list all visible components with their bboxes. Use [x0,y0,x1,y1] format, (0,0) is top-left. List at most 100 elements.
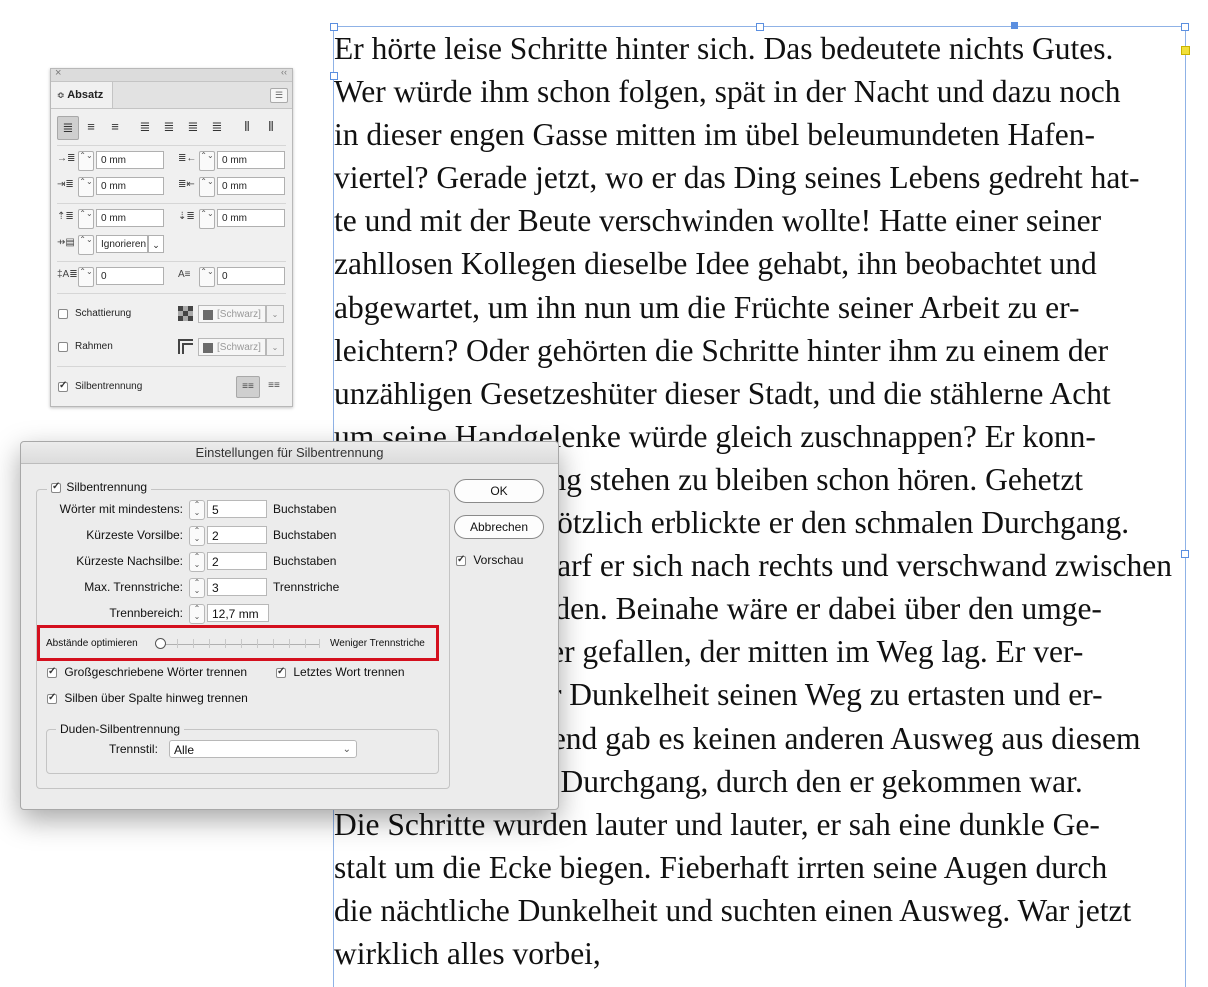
last-line-indent-stepper[interactable]: ⌃⌄ [199,177,215,197]
justify-all-button[interactable]: ≣ [207,116,227,138]
shading-checkbox-row[interactable]: Schattierung [58,308,131,320]
capitalized-words-row[interactable]: Großgeschriebene Wörter trennen [47,665,247,679]
border-label: Rahmen [75,341,113,352]
slider-knob[interactable] [155,638,166,649]
align-right-button[interactable]: ≡ [105,116,125,138]
tab-paragraph[interactable]: ≎ Absatz [51,82,113,108]
right-indent-stepper[interactable]: ⌃⌄ [199,151,215,171]
first-line-indent-input[interactable]: 0 mm [96,177,164,195]
border-checkbox-row[interactable]: Rahmen [58,341,113,353]
slider-tick [319,639,320,648]
collapse-icon[interactable]: ‹‹ [281,67,287,77]
drop-cap-lines-stepper[interactable]: ⌃⌄ [78,267,94,287]
ok-button[interactable]: OK [454,479,544,503]
hyphen-limit-unit: Trennstriche [273,580,340,594]
last-line-indent-input[interactable]: 0 mm [217,177,285,195]
slider-tick [305,639,306,648]
space-before-stepper[interactable]: ⌃⌄ [78,209,94,229]
left-indent-stepper[interactable]: ⌃⌄ [78,151,94,171]
shortest-before-input[interactable]: 2 [207,526,267,544]
space-after-icon: ⇣≣ [178,211,195,222]
panel-title-bar[interactable]: × ‹‹ [51,67,292,82]
paragraph-composer-button[interactable]: ≡≡ [263,376,285,396]
first-line-indent-icon: ⇥≣ [57,179,74,190]
panel-divider [57,261,286,262]
slider-tick [273,639,274,648]
justify-right-button[interactable]: ≣ [183,116,203,138]
right-indent-input[interactable]: 0 mm [217,151,285,169]
across-column-row[interactable]: Silben über Spalte hinweg trennen [47,691,248,705]
last-word-row[interactable]: Letztes Wort trennen [276,665,405,679]
chevron-down-icon: ⌄ [342,744,351,755]
panel-menu-icon[interactable]: ☰ [270,88,288,103]
shortest-before-stepper[interactable]: ⌃ ⌄ [189,526,205,546]
capitalized-words-label: Großgeschriebene Wörter trennen [64,665,248,679]
align-towards-spine-button[interactable]: ⫴ [237,116,257,138]
border-color-swatch[interactable]: [Schwarz] [198,338,266,356]
border-checkbox[interactable] [58,342,68,353]
hyphen-limit-input[interactable]: 3 [207,578,267,596]
hyphenation-style-label: Trennstil: [109,742,158,756]
first-line-indent-stepper[interactable]: ⌃⌄ [78,177,94,197]
drop-cap-chars-input[interactable]: 0 [217,267,285,285]
chevron-down-icon[interactable]: ⌄ [266,338,284,356]
drop-cap-lines-icon: ‡A≣ [57,269,78,280]
slider-tick [241,639,242,648]
slider-track[interactable] [161,644,319,645]
left-indent-input[interactable]: 0 mm [96,151,164,169]
last-word-checkbox[interactable] [276,666,286,678]
border-swatch-group: [Schwarz] ⌄ [178,338,286,358]
swatch-chip [203,310,213,320]
shortest-after-stepper[interactable]: ⌃ ⌄ [189,552,205,572]
justify-center-button[interactable]: ≣ [159,116,179,138]
capitalized-words-checkbox[interactable] [47,666,57,678]
words-min-input[interactable]: 5 [207,500,267,518]
cancel-button[interactable]: Abbrechen [454,515,544,539]
hyphenate-checkbox-row[interactable]: Silbentrennung [47,480,152,494]
panel-divider [57,203,286,204]
shading-swatch-name: [Schwarz] [217,309,261,320]
shading-checkbox[interactable] [58,309,68,320]
shortest-after-input[interactable]: 2 [207,552,267,570]
story-line: Er hörte leise Schritte hinter sich. Das… [334,31,1114,66]
drop-cap-lines-input[interactable]: 0 [96,267,164,285]
across-column-checkbox[interactable] [47,692,57,704]
align-to-grid-select[interactable]: Ignorieren [96,235,148,253]
hyphenation-zone-label: Trennbereich: [109,606,183,620]
slider-tick [289,639,290,648]
hyphenation-checkbox[interactable] [58,380,68,393]
slider-tick [225,639,226,648]
shading-color-swatch[interactable]: [Schwarz] [198,305,266,323]
hyphenation-zone-stepper[interactable]: ⌃ ⌄ [189,604,205,624]
preview-checkbox[interactable] [456,554,466,566]
close-icon[interactable]: × [55,67,61,79]
single-line-composer-button[interactable]: ≡≡ [236,376,260,398]
space-before-input[interactable]: 0 mm [96,209,164,227]
last-line-indent-icon: ≣⇤ [178,179,195,190]
hyphenation-checkbox-row[interactable]: Silbentrennung [58,380,142,393]
dialog-title[interactable]: Einstellungen für Silbentrennung [21,442,558,464]
shading-icon [178,306,193,321]
hyphen-limit-label: Max. Trennstriche: [84,580,183,594]
chevron-down-icon[interactable]: ⌄ [266,305,284,323]
align-center-button[interactable]: ≡ [81,116,101,138]
spacing-hyphens-slider-highlight: Abstände optimieren Weniger Trennstriche [37,625,439,661]
hyphenation-zone-input[interactable]: 12,7 mm [207,604,269,622]
drop-cap-chars-stepper[interactable]: ⌃⌄ [199,267,215,287]
slider-left-label: Abstände optimieren [46,638,138,649]
shortest-before-label: Kürzeste Vorsilbe: [86,528,183,542]
chevron-down-icon[interactable]: ⌄ [148,235,164,253]
last-word-label: Letztes Wort trennen [293,665,405,679]
hyphenation-style-select[interactable]: Alle ⌄ [169,740,357,758]
hyphenate-checkbox[interactable] [51,481,61,493]
space-after-stepper[interactable]: ⌃⌄ [199,209,215,229]
slider-right-label: Weniger Trennstriche [330,638,425,649]
preview-row[interactable]: Vorschau [456,553,523,567]
justify-left-button[interactable]: ≣ [135,116,155,138]
space-after-input[interactable]: 0 mm [217,209,285,227]
align-away-spine-button[interactable]: ⫴ [261,116,281,138]
align-left-button[interactable]: ≣ [57,116,79,140]
words-min-stepper[interactable]: ⌃ ⌄ [189,500,205,520]
align-to-grid-stepper[interactable]: ⌃⌄ [78,235,94,255]
hyphen-limit-stepper[interactable]: ⌃ ⌄ [189,578,205,598]
